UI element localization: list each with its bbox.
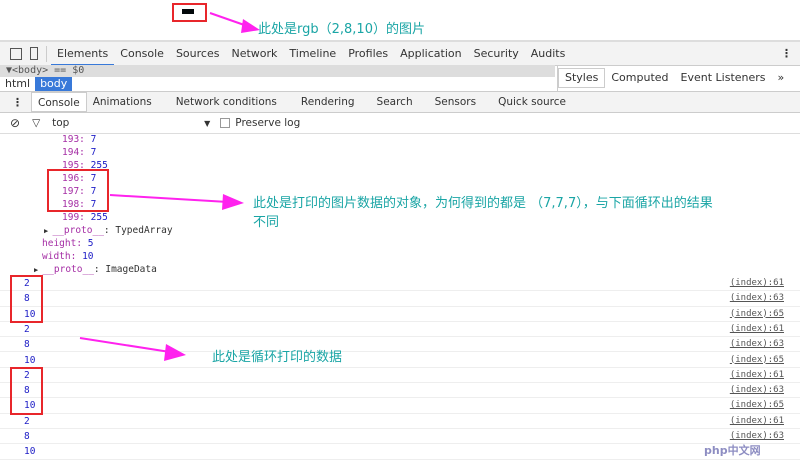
drawer-tab-quick-source[interactable]: Quick source [492, 92, 572, 112]
arrow-icon [209, 12, 260, 33]
breadcrumb: html body [0, 77, 555, 91]
arrow-icon [79, 337, 186, 361]
array-entry: 196: 7 [62, 173, 97, 184]
loop-annotation: 此处是循环打印的数据 [212, 350, 343, 365]
tab-sources[interactable]: Sources [170, 42, 226, 66]
tab-security[interactable]: Security [468, 42, 525, 66]
filter-icon[interactable]: ▽ [32, 117, 40, 129]
loop-highlight-1 [10, 275, 43, 323]
tab-audits[interactable]: Audits [525, 42, 572, 66]
tab-network[interactable]: Network [225, 42, 283, 66]
chevron-down-icon[interactable]: ▼ [204, 119, 210, 128]
drawer-tab-animations[interactable]: Animations [87, 92, 158, 112]
styles-pane-tabs: Styles Computed Event Listeners » [557, 65, 800, 91]
drawer-tab-rendering[interactable]: Rendering [295, 92, 361, 112]
drawer-tab-search[interactable]: Search [371, 92, 419, 112]
drawer-tab-console[interactable]: Console [31, 92, 87, 112]
height-property: height: 5 [42, 238, 94, 249]
arrow-icon [109, 194, 244, 210]
object-highlight [47, 169, 109, 212]
loop-highlight-2 [10, 367, 43, 415]
log-row: 8 (index):63 [0, 291, 800, 307]
tab-event-listeners[interactable]: Event Listeners [675, 66, 772, 90]
tab-application[interactable]: Application [394, 42, 467, 66]
array-entry: 193: 7 [62, 134, 97, 145]
tab-computed[interactable]: Computed [605, 66, 674, 90]
preserve-log-checkbox[interactable] [220, 118, 231, 128]
proto-imagedata[interactable]: ▶ __proto__: ImageData [0, 263, 800, 276]
clear-console-icon[interactable]: ⊘ [10, 116, 20, 130]
log-row: 10 (index):65 [0, 398, 800, 414]
log-row: 10 [0, 444, 800, 460]
tab-timeline[interactable]: Timeline [283, 42, 342, 66]
selected-element-row[interactable]: ▼<body> == $0 [0, 65, 555, 77]
drawer-tab-sensors[interactable]: Sensors [429, 92, 482, 112]
array-entry: 195: 255 [62, 160, 108, 171]
pixel-image [182, 9, 194, 14]
log-row: 8 (index):63 [0, 429, 800, 445]
crumb-body[interactable]: body [35, 77, 73, 91]
log-row: 10 (index):65 [0, 307, 800, 322]
tab-console[interactable]: Console [114, 42, 170, 66]
more-tabs-button[interactable]: » [772, 66, 791, 90]
preserve-log-label: Preserve log [235, 117, 301, 129]
array-entry: 194: 7 [62, 147, 97, 158]
crumb-html[interactable]: html [0, 77, 35, 91]
inspect-icon[interactable] [10, 47, 22, 60]
more-menu-icon[interactable]: ⋮ [781, 47, 792, 60]
tab-styles[interactable]: Styles [558, 68, 606, 88]
log-row: 2 (index):61 [0, 368, 800, 384]
tab-profiles[interactable]: Profiles [342, 42, 394, 66]
object-annotation: 此处是打印的图片数据的对象，为何得到的都是 （7,7,7），与下面循环出的结果不… [253, 196, 713, 230]
width-property: width: 10 [42, 251, 94, 262]
drawer-menu-icon[interactable]: ⋮ [12, 96, 23, 109]
watermark-logo: php中文网 [704, 444, 761, 457]
drawer-tab-network-conditions[interactable]: Network conditions [170, 92, 283, 112]
drawer-tabs: ⋮ Console Animations Network conditions … [0, 91, 800, 113]
log-row: 8 (index):63 [0, 383, 800, 399]
log-row: 2 (index):61 [0, 276, 800, 292]
image-annotation: 此处是rgb（2,8,10）的图片 [258, 22, 425, 37]
device-icon[interactable] [30, 47, 38, 60]
context-select[interactable]: top [52, 117, 202, 129]
devtools-toolbar: Elements Console Sources Network Timelin… [0, 40, 800, 66]
console-filter-bar: ⊘ ▽ top ▼ Preserve log [0, 113, 800, 134]
log-row: 2 (index):61 [0, 414, 800, 429]
tab-elements[interactable]: Elements [51, 42, 115, 66]
